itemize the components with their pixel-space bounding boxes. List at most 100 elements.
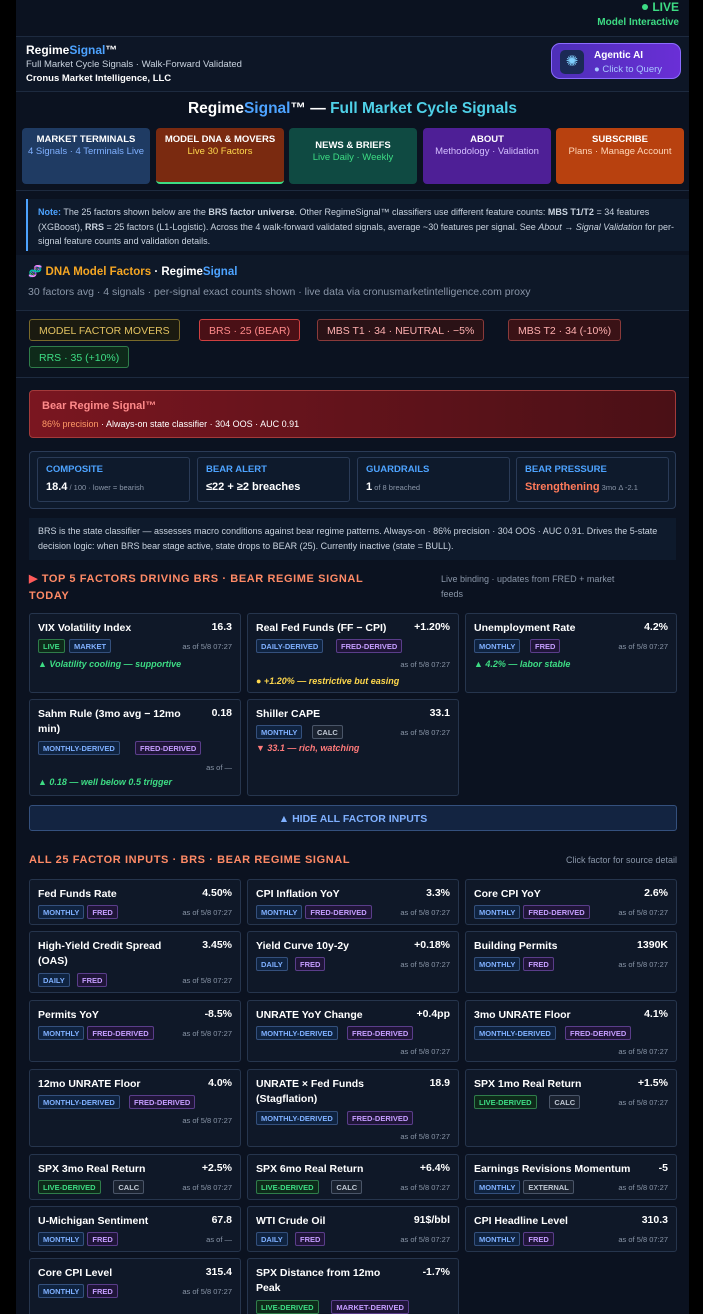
factor-name-line2: (OAS) [38, 955, 68, 967]
factor-name: Real Fed Funds (FF − CPI) [256, 622, 387, 634]
brand-name-a: Regime [26, 43, 70, 57]
factor-tag: FRED [295, 957, 326, 971]
factor-card-vix[interactable]: VIX Volatility Index 16.3 LIVE MARKET as… [29, 613, 241, 693]
factor-value: +2.5% [201, 1162, 232, 1174]
factor-tag: LIVE-DERIVED [474, 1095, 537, 1109]
factor-card[interactable]: CPI Headline Level 310.3 MONTHLY FRED as of … [465, 1206, 677, 1252]
title-part-c: ™ — [290, 100, 331, 117]
factor-card[interactable]: U-Michigan Sentiment 67.8 MONTHLY FRED as of… [29, 1206, 241, 1252]
factor-tag: LIVE-DERIVED [256, 1180, 319, 1194]
factor-card[interactable]: Fed Funds Rate 4.50% MONTHLY FRED as of 5/8 … [29, 879, 241, 925]
brand-name-c: ™ [105, 43, 118, 57]
factor-tag: FRED-DERIVED [305, 905, 372, 919]
factor-value: 1390K [637, 939, 668, 951]
brand-header: RegimeSignal™ Full Market Cycle Signals … [16, 36, 689, 91]
nav-model-dna[interactable]: MODEL DNA & MOVERS Live 30 Factors [156, 128, 284, 184]
factor-value: 315.4 [205, 1266, 232, 1278]
factor-asof: as of 5/8 07:27 [618, 1047, 668, 1056]
metric-label: COMPOSITE [46, 464, 104, 475]
agentic-subtitle: ● Click to Query [594, 64, 663, 75]
factor-card[interactable]: Earnings Revisions Momentum -5 MONTHLY EXTE… [465, 1154, 677, 1200]
factor-value: 4.50% [202, 887, 232, 899]
factor-asof: as of 5/8 07:27 [182, 1029, 232, 1038]
pill-mbs-t2[interactable]: MBS T2 · 34 (-10%) [508, 319, 622, 341]
factor-card[interactable]: 12mo UNRATE Floor 4.0% MONTHLY-DERIVED FRED… [29, 1069, 241, 1147]
dna-subtitle: 30 factors avg · 4 signals · per-signal … [28, 286, 531, 298]
factor-card[interactable]: SPX Distance from 12mo Peak -1.7% LIVE-DERI… [247, 1258, 459, 1314]
factor-asof: as of 5/8 07:27 [182, 1183, 232, 1192]
pill-model-factor-movers[interactable]: MODEL FACTOR MOVERS [29, 319, 180, 341]
factor-tag: FRED [87, 1284, 118, 1298]
factor-card[interactable]: SPX 6mo Real Return +6.4% LIVE-DERIVED CALC… [247, 1154, 459, 1200]
nav-market-terminals[interactable]: MARKET TERMINALS 4 Signals · 4 Terminals … [22, 128, 150, 184]
factor-card[interactable]: Building Permits 1390K MONTHLY FRED as of 5/… [465, 931, 677, 993]
signal-validation-link[interactable]: About → Signal Validation [538, 222, 642, 232]
factor-card[interactable]: WTI Crude Oil 91$/bbl DAILY FRED as of 5/8 0… [247, 1206, 459, 1252]
pill-mbs-t1[interactable]: MBS T1 · 34 · NEUTRAL · −5% [317, 319, 485, 341]
note-bold: RRS [85, 221, 105, 232]
factor-name: Core CPI YoY [474, 888, 541, 900]
hide-factor-inputs-button[interactable]: ▲ HIDE ALL FACTOR INPUTS [29, 805, 677, 831]
factor-card[interactable]: CPI Inflation YoY 3.3% MONTHLY FRED-DERIVED… [247, 879, 459, 925]
factor-card-unemployment[interactable]: Unemployment Rate 4.2% MONTHLY FRED as o… [465, 613, 677, 693]
metric-bear-pressure: BEAR PRESSURE Strengthening 3mo Δ -2.1 [516, 457, 669, 502]
brand-name[interactable]: RegimeSignal™ [26, 43, 242, 57]
factor-name: WTI Crude Oil [256, 1215, 326, 1227]
factor-name: Fed Funds Rate [38, 888, 117, 900]
factor-card[interactable]: Permits YoY -8.5% MONTHLY FRED-DERIVED as of… [29, 1000, 241, 1062]
factor-card[interactable]: High-Yield Credit Spread (OAS) 3.45% DAILY F… [29, 931, 241, 993]
pill-brs[interactable]: BRS · 25 (BEAR) [199, 319, 301, 341]
live-indicator: LIVE [642, 0, 679, 14]
factor-asof: as of 5/8 07:27 [618, 642, 668, 651]
factor-name: Permits YoY [38, 1009, 99, 1021]
factor-value: +1.20% [414, 621, 450, 633]
alert-rest: · Always-on state classifier · 304 OOS ·… [98, 419, 300, 429]
factor-card[interactable]: SPX 3mo Real Return +2.5% LIVE-DERIVED CALC… [29, 1154, 241, 1200]
title-part-a: Regime [187, 100, 244, 117]
factor-name: Earnings Revisions Momentum [474, 1163, 631, 1175]
factor-tag: LIVE-DERIVED [38, 1180, 101, 1194]
factor-asof: as of 5/8 07:27 [618, 960, 668, 969]
factor-name-line2: Peak [256, 1282, 281, 1294]
tag-live: LIVE [38, 639, 65, 653]
top5-title: ▶ TOP 5 FACTORS DRIVING BRS · BEAR REGIM… [29, 571, 363, 605]
factor-name: VIX Volatility Index [38, 622, 132, 634]
agentic-ai-button[interactable]: ✺ Agentic AI ● Click to Query [551, 43, 681, 79]
tag-monthly: MONTHLY [256, 725, 303, 739]
factor-name: Core CPI Level [38, 1267, 113, 1279]
alert-subtitle: 86% precision · Always-on state classifi… [42, 419, 299, 429]
metric-note: / 100 · lower = bearish [67, 483, 144, 492]
factor-card[interactable]: Core CPI YoY 2.6% MONTHLY FRED-DERIVED as of… [465, 879, 677, 925]
factor-asof: as of 5/8 07:27 [182, 908, 232, 917]
all25-title: ALL 25 FACTOR INPUTS · BRS · BEAR REGIME… [29, 854, 351, 866]
nav-subscribe[interactable]: SUBSCRIBE Plans · Manage Account [556, 128, 684, 184]
factor-value: -5 [658, 1162, 668, 1174]
factor-card[interactable]: 3mo UNRATE Floor 4.1% MONTHLY-DERIVED FRED-… [465, 1000, 677, 1062]
factor-card[interactable]: Core CPI Level 315.4 MONTHLY FRED as of 5/8 … [29, 1258, 241, 1314]
factor-card-sahm-rule[interactable]: Sahm Rule (3mo avg − 12mo min) 0.18 MONTH… [29, 699, 241, 796]
factor-name: Yield Curve 10y-2y [256, 940, 349, 952]
factor-card-real-fed-funds[interactable]: Real Fed Funds (FF − CPI) +1.20% DAILY-D… [247, 613, 459, 693]
metric-label: BEAR PRESSURE [525, 464, 607, 475]
metric-value: Strengthening 3mo Δ -2.1 [525, 481, 668, 493]
metric-guardrails: GUARDRAILS 1 of 8 breached [357, 457, 510, 502]
metric-value-text: 18.4 [46, 481, 68, 493]
factor-asof: as of 5/8 07:27 [400, 728, 450, 737]
factor-card[interactable]: UNRATE × Fed Funds (Stagflation) 18.9 MONTH… [247, 1069, 459, 1147]
factor-card-shiller-cape[interactable]: Shiller CAPE 33.1 MONTHLY CALC as of 5/8… [247, 699, 459, 796]
nav-about[interactable]: ABOUT Methodology · Validation [423, 128, 551, 184]
factor-card[interactable]: SPX 1mo Real Return +1.5% LIVE-DERIVED CALC… [465, 1069, 677, 1147]
factor-name: CPI Inflation YoY [256, 888, 340, 900]
factor-card[interactable]: Yield Curve 10y-2y +0.18% DAILY FRED as of 5… [247, 931, 459, 993]
divider [16, 377, 689, 378]
pill-rrs[interactable]: RRS · 35 (+10%) [29, 346, 130, 368]
top5-title-line1: TOP 5 FACTORS DRIVING BRS · BEAR REGIME … [38, 573, 364, 585]
factor-asof: as of 5/8 07:27 [182, 1287, 232, 1296]
factor-tag: FRED-DERIVED [347, 1026, 414, 1040]
page: LIVE Model Interactive RegimeSignal™ Ful… [16, 0, 689, 1314]
metric-note: 3mo Δ -2.1 [599, 483, 638, 492]
nav-news-briefs[interactable]: NEWS & BRIEFS Live Daily · Weekly [289, 128, 417, 184]
dna-heading-c: Signal [202, 266, 238, 278]
factor-card[interactable]: UNRATE YoY Change +0.4pp MONTHLY-DERIVED FR… [247, 1000, 459, 1062]
all25-note: Click factor for source detail [565, 855, 677, 865]
